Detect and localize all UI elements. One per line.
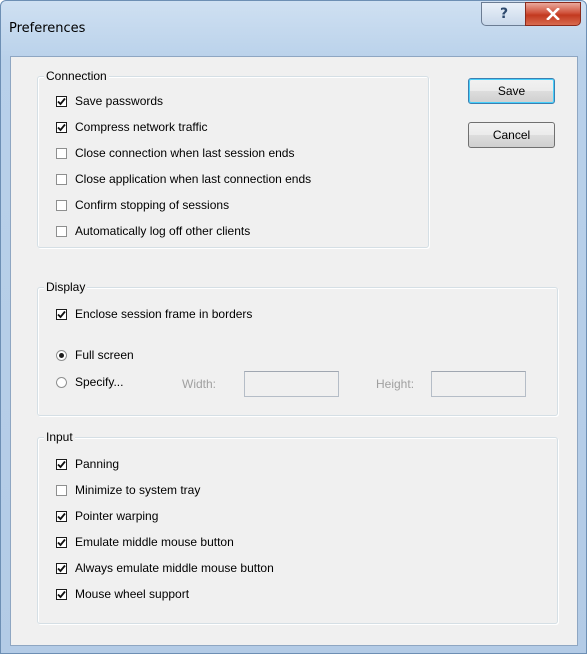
checkbox-box: [56, 588, 67, 600]
checkbox-confirm-stopping-of-sessions[interactable]: Confirm stopping of sessions: [56, 197, 229, 213]
checkbox-label: Emulate middle mouse button: [75, 535, 234, 549]
specify-radio[interactable]: Specify...: [56, 374, 123, 390]
title-bar[interactable]: Preferences ? X: [1, 1, 586, 36]
checkbox-always-emulate-middle-mouse-button[interactable]: Always emulate middle mouse button: [56, 560, 274, 576]
checkbox-label: Compress network traffic: [75, 120, 208, 134]
checkbox-minimize-to-system-tray[interactable]: Minimize to system tray: [56, 482, 200, 498]
enclose-borders-checkbox[interactable]: Enclose session frame in borders: [56, 306, 252, 322]
checkbox-compress-network-traffic[interactable]: Compress network traffic: [56, 119, 208, 135]
save-button-label: Save: [497, 84, 526, 98]
checkbox-emulate-middle-mouse-button[interactable]: Emulate middle mouse button: [56, 534, 234, 550]
help-button[interactable]: ?: [481, 2, 526, 26]
preferences-dialog: Preferences ? X Connection Save password…: [0, 0, 587, 654]
checkbox-box: [56, 199, 67, 211]
checkbox-save-passwords[interactable]: Save passwords: [56, 93, 163, 109]
checkmark-icon: [57, 310, 66, 318]
display-legend: Display: [44, 280, 88, 294]
connection-group: Connection Save passwords Compress networ…: [37, 69, 429, 248]
checkmark-icon: [57, 512, 66, 520]
dialog-client-area: Connection Save passwords Compress networ…: [10, 56, 578, 646]
checkbox-close-connection-when-last-session-ends[interactable]: Close connection when last session ends: [56, 145, 294, 161]
checkbox-box: [56, 173, 67, 185]
checkbox-label: Minimize to system tray: [75, 483, 201, 497]
checkmark-icon: [57, 538, 66, 546]
cancel-button-label: Cancel: [492, 128, 531, 142]
checkbox-label: Pointer warping: [75, 509, 159, 523]
radio-dot: [59, 352, 64, 358]
checkmark-icon: [57, 460, 66, 468]
save-button[interactable]: Save: [468, 78, 555, 104]
checkbox-label: Panning: [75, 457, 120, 471]
display-group: Display Enclose session frame in borders…: [37, 280, 558, 416]
checkbox-close-application-when-last-connection-ends[interactable]: Close application when last connection e…: [56, 171, 311, 187]
checkmark-icon: [57, 590, 66, 598]
checkbox-mouse-wheel-support[interactable]: Mouse wheel support: [56, 586, 189, 602]
checkbox-box: [56, 484, 67, 496]
checkbox-label: Enclose session frame in borders: [75, 307, 253, 321]
width-label: Width:: [182, 377, 217, 391]
checkbox-box: [56, 95, 67, 107]
cancel-button[interactable]: Cancel: [468, 122, 555, 148]
checkbox-label: Always emulate middle mouse button: [75, 561, 274, 575]
full-screen-radio[interactable]: Full screen: [56, 347, 134, 363]
checkbox-automatically-log-off-other-clients[interactable]: Automatically log off other clients: [56, 223, 250, 239]
radio-circle: [56, 376, 67, 388]
input-group: Input Panning Minimize to system tray Poin…: [37, 430, 558, 624]
checkmark-icon: [57, 123, 66, 131]
checkmark-icon: [57, 97, 66, 105]
checkbox-panning[interactable]: Panning: [56, 456, 119, 472]
help-icon: ?: [499, 6, 509, 22]
checkbox-box: [56, 536, 67, 548]
connection-legend: Connection: [44, 69, 109, 83]
checkbox-label: Mouse wheel support: [75, 587, 190, 601]
checkmark-icon: [57, 564, 66, 572]
checkbox-pointer-warping[interactable]: Pointer warping: [56, 508, 158, 524]
checkbox-box: [56, 225, 67, 237]
close-button[interactable]: X: [525, 2, 581, 26]
window-title: Preferences: [9, 21, 86, 36]
radio-label: Full screen: [75, 348, 134, 362]
radio-label: Specify...: [75, 375, 124, 389]
checkbox-label: Confirm stopping of sessions: [75, 198, 230, 212]
checkbox-label: Save passwords: [75, 94, 164, 108]
close-icon: [546, 8, 560, 20]
checkbox-label: Close connection when last session ends: [75, 146, 295, 160]
checkbox-box: [56, 147, 67, 159]
checkbox-box: [56, 510, 67, 522]
checkbox-box: [56, 458, 67, 470]
checkbox-label: Automatically log off other clients: [75, 224, 251, 238]
checkbox-label: Close application when last connection e…: [75, 172, 312, 186]
checkbox-box: [56, 121, 67, 133]
radio-circle: [56, 349, 67, 361]
width-field[interactable]: [244, 371, 339, 397]
checkbox-box: [56, 562, 67, 574]
input-legend: Input: [44, 430, 75, 444]
height-label: Height:: [376, 377, 415, 391]
height-field[interactable]: [431, 371, 526, 397]
checkbox-box: [56, 308, 67, 320]
